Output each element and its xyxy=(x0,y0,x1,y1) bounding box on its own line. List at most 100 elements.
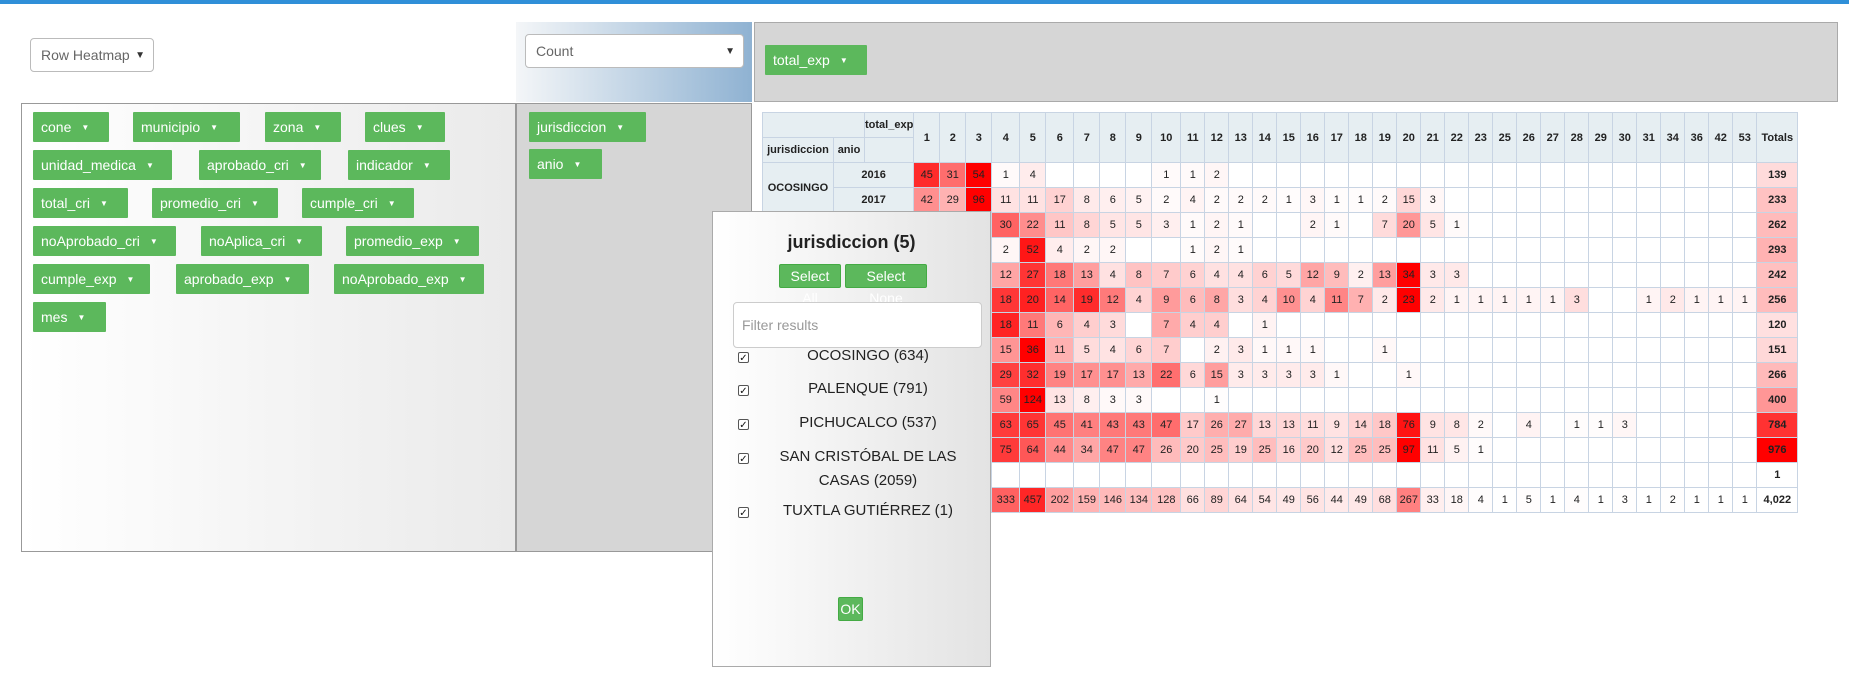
renderer-select[interactable]: Row Heatmap ▼ xyxy=(30,38,154,72)
table-cell xyxy=(1073,462,1101,488)
triangle-down-icon[interactable]: ▼ xyxy=(573,160,581,169)
table-cell: 1 xyxy=(1468,287,1494,313)
aggregator-select[interactable]: Count ▼ xyxy=(525,34,744,68)
table-cell xyxy=(1612,162,1638,188)
option-checkbox[interactable]: ✓ xyxy=(738,352,749,364)
unused-attr-cone[interactable]: cone ▼ xyxy=(33,112,109,142)
unused-attr-zona[interactable]: zona ▼ xyxy=(265,112,341,142)
table-cell: 1 xyxy=(1516,287,1542,313)
table-cell: 34 xyxy=(1073,437,1101,463)
table-cell: 3 xyxy=(1420,187,1446,213)
table-cell xyxy=(1252,212,1278,238)
triangle-down-icon[interactable]: ▼ xyxy=(251,199,259,208)
table-cell: 11 xyxy=(1324,287,1350,313)
column-attributes-area[interactable]: total_exp ▼ xyxy=(754,22,1838,102)
option-label[interactable]: TUXTLA GUTIÉRREZ (1) xyxy=(758,499,978,523)
table-cell: 49 xyxy=(1276,487,1302,513)
unused-attr-aprobado-exp[interactable]: aprobado_exp ▼ xyxy=(176,264,309,294)
table-cell xyxy=(1588,462,1614,488)
triangle-down-icon[interactable]: ▼ xyxy=(295,237,303,246)
unused-attr-clues[interactable]: clues ▼ xyxy=(365,112,445,142)
triangle-down-icon[interactable]: ▼ xyxy=(77,313,85,322)
ok-button[interactable]: OK xyxy=(838,597,863,621)
select-all-button[interactable]: Select All xyxy=(779,264,841,306)
triangle-down-icon[interactable]: ▼ xyxy=(459,275,467,284)
triangle-down-icon[interactable]: ▼ xyxy=(840,56,848,65)
col-attr-total-exp[interactable]: total_exp ▼ xyxy=(765,45,867,75)
filter-results-input[interactable]: Filter results xyxy=(733,302,982,348)
triangle-down-icon[interactable]: ▼ xyxy=(313,123,321,132)
unused-attr-label: cone xyxy=(41,119,72,135)
table-cell xyxy=(1636,412,1662,438)
triangle-down-icon[interactable]: ▼ xyxy=(127,275,135,284)
table-cell xyxy=(1180,462,1206,488)
row-attr-label: jurisdiccion xyxy=(537,119,607,135)
table-cell: 2 xyxy=(1660,287,1686,313)
unused-attr-aprobado-cri[interactable]: aprobado_cri ▼ xyxy=(199,150,321,180)
option-checkbox[interactable]: ✓ xyxy=(738,507,749,519)
table-cell: 3 xyxy=(1099,387,1127,413)
col-header: 36 xyxy=(1684,112,1710,163)
col-header: 23 xyxy=(1468,112,1494,163)
unused-attr-total-cri[interactable]: total_cri ▼ xyxy=(33,188,128,218)
triangle-down-icon[interactable]: ▼ xyxy=(210,123,218,132)
option-label[interactable]: SAN CRISTÓBAL DE LAS CASAS (2059) xyxy=(758,445,978,493)
table-cell: 2 xyxy=(1372,187,1398,213)
unused-attr-noaprobado-cri[interactable]: noAprobado_cri ▼ xyxy=(33,226,176,256)
table-cell xyxy=(1684,437,1710,463)
unused-attr-label: noAprobado_exp xyxy=(342,271,449,287)
triangle-down-icon[interactable]: ▼ xyxy=(100,199,108,208)
table-cell: 19 xyxy=(1228,437,1254,463)
triangle-down-icon[interactable]: ▼ xyxy=(150,237,158,246)
unused-attr-cumple-exp[interactable]: cumple_exp ▼ xyxy=(33,264,150,294)
unused-attr-noaplica-cri[interactable]: noAplica_cri ▼ xyxy=(201,226,322,256)
unused-attr-cumple-cri[interactable]: cumple_cri ▼ xyxy=(302,188,414,218)
select-none-button[interactable]: Select None xyxy=(845,264,927,306)
col-header: 13 xyxy=(1228,112,1254,163)
table-cell xyxy=(1660,437,1686,463)
unused-attr-unidad-medica[interactable]: unidad_medica ▼ xyxy=(33,150,172,180)
col-header: 15 xyxy=(1276,112,1302,163)
table-cell xyxy=(1732,237,1758,263)
col-header: 11 xyxy=(1180,112,1206,163)
table-cell xyxy=(1636,187,1662,213)
option-checkbox[interactable]: ✓ xyxy=(738,385,749,397)
triangle-down-icon[interactable]: ▼ xyxy=(146,161,154,170)
unused-attr-promedio-exp[interactable]: promedio_exp ▼ xyxy=(346,226,479,256)
table-cell: 2 xyxy=(1151,187,1182,213)
unused-attr-noaprobado-exp[interactable]: noAprobado_exp ▼ xyxy=(334,264,484,294)
triangle-down-icon[interactable]: ▼ xyxy=(299,161,307,170)
triangle-down-icon[interactable]: ▼ xyxy=(388,199,396,208)
table-cell xyxy=(1396,387,1422,413)
table-cell xyxy=(1540,212,1566,238)
table-cell: 18 xyxy=(1045,262,1075,288)
row-attr-jurisdiccion[interactable]: jurisdiccion ▼ xyxy=(529,112,646,142)
table-cell: 18 xyxy=(1372,412,1398,438)
triangle-down-icon[interactable]: ▼ xyxy=(453,237,461,246)
table-cell: 96 xyxy=(965,187,993,213)
row-attr-anio[interactable]: anio ▼ xyxy=(529,149,602,179)
top-accent-bar xyxy=(0,0,1849,4)
triangle-down-icon[interactable]: ▼ xyxy=(416,123,424,132)
option-checkbox[interactable]: ✓ xyxy=(738,419,749,431)
unused-attr-promedio-cri[interactable]: promedio_cri ▼ xyxy=(152,188,278,218)
triangle-down-icon[interactable]: ▼ xyxy=(284,275,292,284)
unused-attr-indicador[interactable]: indicador ▼ xyxy=(348,150,450,180)
triangle-down-icon[interactable]: ▼ xyxy=(616,123,624,132)
triangle-down-icon[interactable]: ▼ xyxy=(423,161,431,170)
table-cell: 4 xyxy=(1300,287,1326,313)
option-checkbox[interactable]: ✓ xyxy=(738,453,749,465)
col-header: 26 xyxy=(1516,112,1542,163)
triangle-down-icon[interactable]: ▼ xyxy=(81,123,89,132)
table-cell: 2 xyxy=(1204,187,1230,213)
unused-attr-municipio[interactable]: municipio ▼ xyxy=(133,112,240,142)
table-cell xyxy=(1372,312,1398,338)
table-cell: 5 xyxy=(1444,437,1470,463)
option-label[interactable]: PALENQUE (791) xyxy=(758,377,978,401)
unused-attr-mes[interactable]: mes ▼ xyxy=(33,302,106,332)
option-label[interactable]: OCOSINGO (634) xyxy=(758,344,978,368)
table-cell: 8 xyxy=(1073,212,1101,238)
row-total-cell: 400 xyxy=(1756,387,1799,413)
option-label[interactable]: PICHUCALCO (537) xyxy=(758,411,978,435)
table-cell: 2 xyxy=(1372,287,1398,313)
